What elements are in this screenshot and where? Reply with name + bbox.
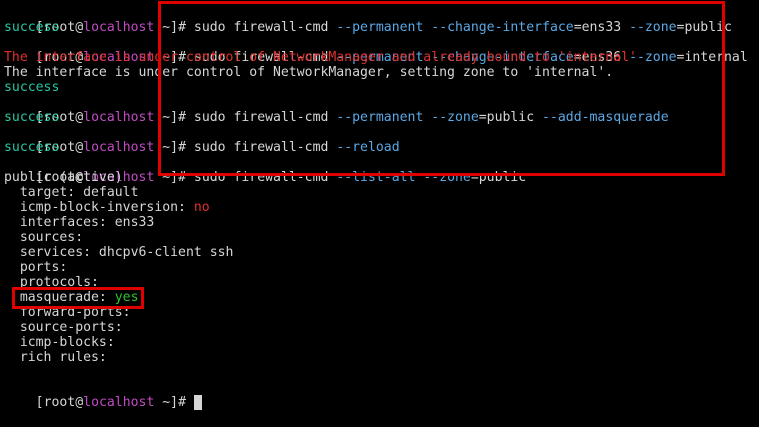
zone-ports: ports: bbox=[4, 260, 68, 275]
terminal-window[interactable]: [root@localhost ~]# sudo firewall-cmd --… bbox=[0, 0, 759, 427]
output-success: success bbox=[4, 80, 60, 95]
prompt: [root@localhost ~]# bbox=[35, 395, 194, 410]
zone-header: public (active) bbox=[4, 170, 123, 185]
prompt-host: localhost bbox=[83, 110, 155, 125]
zone-interfaces: interfaces: ens33 bbox=[4, 215, 155, 230]
zone-icmp-blocks: icmp-blocks: bbox=[4, 335, 115, 350]
masquerade-highlight-box bbox=[12, 287, 144, 309]
zone-rich-rules: rich rules: bbox=[4, 350, 107, 365]
zone-services: services: dhcpv6-client ssh bbox=[4, 245, 234, 260]
zone-target: target: default bbox=[4, 185, 139, 200]
commands-highlight-box bbox=[158, 1, 725, 176]
output-success: success bbox=[4, 140, 60, 155]
zone-icmp-block-inversion: icmp-block-inversion: no bbox=[4, 200, 210, 215]
icmp-block-inversion-value: no bbox=[193, 200, 210, 215]
output-success: success bbox=[4, 110, 60, 125]
zone-source-ports: source-ports: bbox=[4, 320, 123, 335]
command-line-current[interactable]: [root@localhost ~]# bbox=[4, 380, 202, 410]
text-cursor[interactable] bbox=[193, 395, 202, 410]
prompt-host: localhost bbox=[83, 140, 155, 155]
prompt-host: localhost bbox=[83, 395, 155, 410]
output-success: success bbox=[4, 20, 60, 35]
prompt-host: localhost bbox=[83, 20, 155, 35]
zone-sources: sources: bbox=[4, 230, 84, 245]
